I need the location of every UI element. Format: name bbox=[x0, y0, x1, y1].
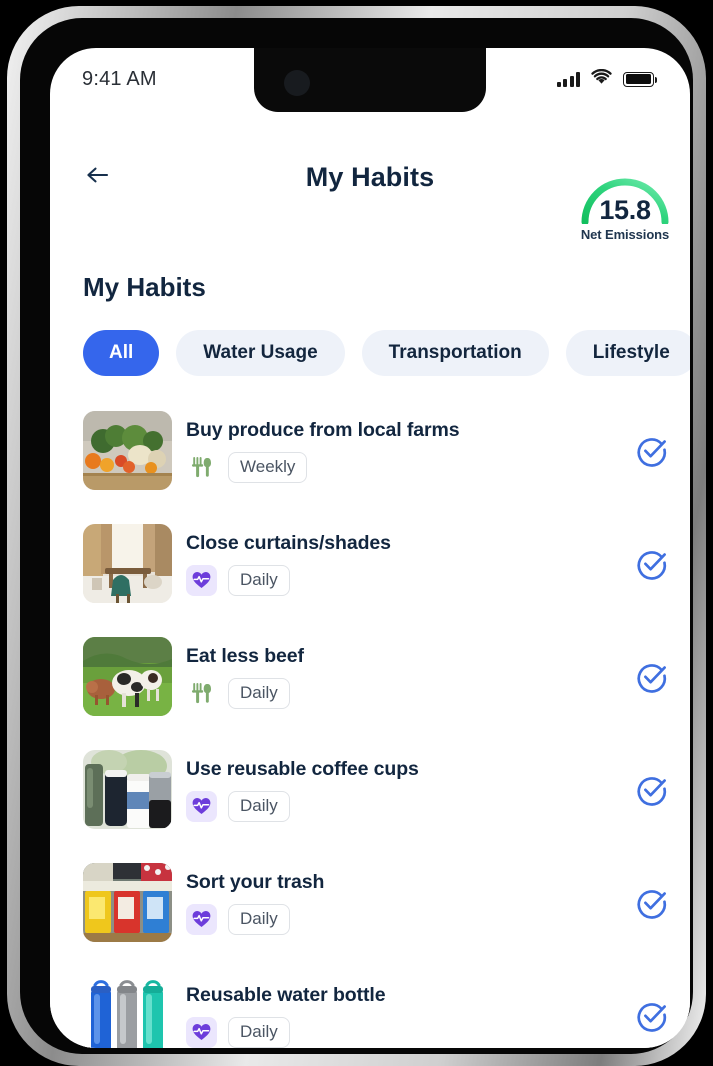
habit-thumbnail-curtains bbox=[83, 524, 172, 603]
habit-frequency-tag: Daily bbox=[228, 564, 290, 596]
habit-title: Close curtains/shades bbox=[186, 531, 391, 554]
habit-list-item[interactable]: Sort your trash Daily bbox=[83, 846, 690, 959]
living-room-photo bbox=[83, 524, 172, 603]
habit-info: Reusable water bottle Daily bbox=[172, 984, 614, 1048]
heartbeat-icon bbox=[186, 564, 217, 596]
habit-info: Sort your trash Daily bbox=[172, 871, 614, 935]
habit-title: Sort your trash bbox=[186, 870, 325, 893]
gauge-label: Net Emissions bbox=[580, 227, 670, 242]
phone-screen: 9:41 AM My Habits 15.8 Net Emissions My … bbox=[50, 48, 690, 1048]
habit-thumbnail-cows bbox=[83, 637, 172, 716]
check-circle-icon bbox=[637, 776, 667, 806]
habit-thumbnail-coffee-cups bbox=[83, 750, 172, 829]
heartbeat-icon bbox=[186, 1016, 217, 1048]
travel-mugs-photo bbox=[83, 750, 172, 829]
cows-pasture-photo bbox=[83, 637, 172, 716]
habit-info: Close curtains/shades Daily bbox=[172, 532, 614, 596]
heartbeat-icon bbox=[186, 903, 217, 935]
habit-title: Buy produce from local farms bbox=[186, 418, 460, 441]
recycling-bins-photo bbox=[83, 863, 172, 942]
habit-info: Buy produce from local farms Weekly bbox=[172, 419, 614, 483]
habit-info: Eat less beef Daily bbox=[172, 645, 614, 709]
habit-title: Reusable water bottle bbox=[186, 983, 386, 1006]
phone-bezel: 9:41 AM My Habits 15.8 Net Emissions My … bbox=[20, 18, 693, 1054]
check-circle-icon bbox=[637, 1002, 667, 1032]
habit-list-item[interactable]: Close curtains/shades Daily bbox=[83, 507, 690, 620]
net-emissions-gauge[interactable]: 15.8 Net Emissions bbox=[568, 172, 682, 252]
filter-chip-label: Lifestyle bbox=[592, 342, 670, 363]
filter-chip-label: Water Usage bbox=[203, 342, 318, 363]
filter-chip-transportation[interactable]: Transportation bbox=[361, 330, 549, 376]
nav-bar: My Habits 15.8 Net Emissions bbox=[50, 110, 690, 242]
habit-frequency-tag: Daily bbox=[228, 677, 290, 709]
habit-title: Use reusable coffee cups bbox=[186, 757, 419, 780]
filter-chip-label: Transportation bbox=[388, 342, 522, 363]
habit-list-item[interactable]: Use reusable coffee cups Daily bbox=[83, 733, 690, 846]
habit-frequency-tag: Daily bbox=[228, 903, 290, 935]
habit-meta: Daily bbox=[186, 564, 614, 596]
habit-meta: Daily bbox=[186, 903, 614, 935]
habit-list-item[interactable]: Eat less beef Daily bbox=[83, 620, 690, 733]
habit-meta: Daily bbox=[186, 677, 614, 709]
filter-chip-label: All bbox=[109, 342, 134, 363]
cellular-signal-icon bbox=[556, 71, 580, 87]
habit-list-item[interactable]: Reusable water bottle Daily bbox=[83, 959, 690, 1048]
fork-knife-icon bbox=[186, 452, 217, 483]
phone-frame: 9:41 AM My Habits 15.8 Net Emissions My … bbox=[7, 6, 706, 1066]
wifi-icon bbox=[591, 68, 612, 90]
battery-full-icon bbox=[623, 71, 658, 87]
habit-list-item[interactable]: Buy produce from local farms Weekly bbox=[83, 394, 690, 507]
check-circle-icon bbox=[637, 663, 667, 693]
status-bar: 9:41 AM bbox=[50, 48, 690, 110]
habit-info: Use reusable coffee cups Daily bbox=[172, 758, 614, 822]
check-circle-icon bbox=[637, 889, 667, 919]
filter-chip-water-usage[interactable]: Water Usage bbox=[176, 330, 345, 376]
habit-meta: Daily bbox=[186, 790, 614, 822]
habit-title: Eat less beef bbox=[186, 644, 304, 667]
page-content: My Habits All Water Usage Transportation… bbox=[50, 228, 690, 1048]
habit-frequency-tag: Daily bbox=[228, 790, 290, 822]
habit-thumbnail-produce bbox=[83, 411, 172, 490]
section-heading: My Habits bbox=[83, 272, 206, 302]
habit-check-button[interactable] bbox=[614, 998, 690, 1034]
habit-meta: Weekly bbox=[186, 451, 614, 483]
habit-check-button[interactable] bbox=[614, 659, 690, 695]
habit-thumbnail-water-bottles bbox=[83, 976, 172, 1048]
habit-check-button[interactable] bbox=[614, 433, 690, 469]
water-bottles-photo bbox=[83, 976, 172, 1048]
filter-chip-all[interactable]: All bbox=[83, 330, 160, 376]
gauge-value: 15.8 bbox=[599, 195, 651, 225]
habit-check-button[interactable] bbox=[614, 885, 690, 921]
produce-crate-photo bbox=[83, 411, 172, 490]
fork-knife-icon bbox=[186, 678, 217, 709]
check-circle-icon bbox=[637, 437, 667, 467]
habit-check-button[interactable] bbox=[614, 772, 690, 808]
filter-chip-lifestyle[interactable]: Lifestyle bbox=[565, 330, 690, 376]
heartbeat-icon bbox=[186, 790, 217, 822]
filter-chip-list[interactable]: All Water Usage Transportation Lifestyle bbox=[50, 328, 690, 378]
habit-frequency-tag: Weekly bbox=[228, 451, 308, 483]
habit-meta: Daily bbox=[186, 1016, 614, 1048]
habit-list: Buy produce from local farms Weekly Clos… bbox=[50, 394, 690, 1048]
habit-check-button[interactable] bbox=[614, 546, 690, 582]
status-icons bbox=[556, 68, 658, 90]
habit-frequency-tag: Daily bbox=[228, 1016, 290, 1048]
status-time: 9:41 AM bbox=[82, 67, 157, 90]
check-circle-icon bbox=[637, 550, 667, 580]
habit-thumbnail-recycling-bins bbox=[83, 863, 172, 942]
